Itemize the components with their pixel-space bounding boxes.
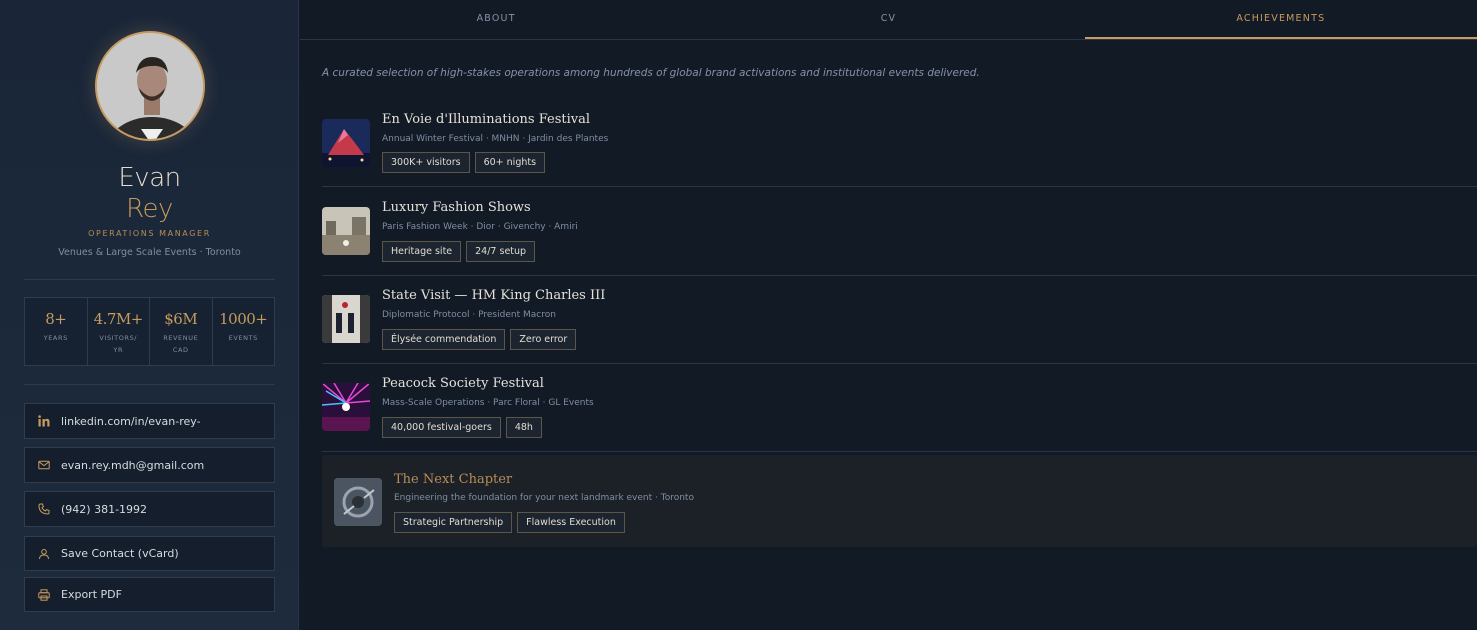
tag: 24/7 setup (466, 241, 536, 262)
phone-link[interactable]: (942) 381-1992 (24, 491, 275, 527)
tab-cv[interactable]: CV (692, 0, 1084, 39)
stats-grid: 8+ YEARS 4.7M+ VISITORS/ YR $6M REVENUE … (24, 297, 275, 366)
printer-icon (37, 588, 51, 602)
contact-label: linkedin.com/in/evan-rey- (61, 414, 201, 428)
tag: 48h (505, 417, 542, 438)
next-chapter-subtitle: Engineering the foundation for your next… (394, 493, 694, 503)
tag: Élysée commendation (382, 329, 506, 350)
stat-revenue: $6M REVENUE CAD (150, 298, 213, 365)
tab-achievements[interactable]: ACHIEVEMENTS (1084, 0, 1477, 39)
tag-list: Heritage site 24/7 setup (382, 241, 536, 262)
tag: Zero error (510, 329, 577, 350)
stat-years: 8+ YEARS (25, 298, 88, 365)
tag: Flawless Execution (517, 512, 625, 533)
achievement-title: En Voie d'Illuminations Festival (382, 112, 591, 127)
achievement-item: Luxury Fashion Shows Paris Fashion Week … (322, 198, 1477, 276)
stat-label: REVENUE CAD (163, 334, 199, 354)
stat-value: $6M (164, 310, 198, 328)
email-link[interactable]: evan.rey.mdh@gmail.com (24, 447, 275, 483)
gear-emblem-icon (334, 478, 382, 526)
tag: 60+ nights (474, 152, 546, 173)
achievement-item: State Visit — HM King Charles III Diplom… (322, 286, 1477, 364)
peacock-festival-photo (322, 383, 370, 431)
stat-visitors: 4.7M+ VISITORS/ YR (88, 298, 150, 365)
achievement-title: Peacock Society Festival (382, 376, 544, 391)
tag-list: 300K+ visitors 60+ nights (382, 152, 546, 173)
tab-about[interactable]: ABOUT (300, 0, 692, 39)
achievement-item: Peacock Society Festival Mass-Scale Oper… (322, 374, 1477, 452)
export-pdf-button[interactable]: Export PDF (24, 577, 275, 612)
phone-icon (37, 502, 51, 516)
divider (24, 384, 275, 385)
first-name: Evan (118, 163, 181, 193)
tag: 40,000 festival-goers (382, 417, 501, 438)
contact-label: Save Contact (vCard) (61, 547, 179, 560)
next-chapter-title: The Next Chapter (394, 472, 513, 487)
tag-list: Strategic Partnership Flawless Execution (394, 512, 625, 533)
job-title: OPERATIONS MANAGER (88, 229, 211, 238)
stat-label: YEARS (43, 334, 68, 342)
tab-bar: ABOUT CV ACHIEVEMENTS (300, 0, 1477, 40)
linkedin-link[interactable]: linkedin.com/in/evan-rey- (24, 403, 275, 439)
achievement-subtitle: Diplomatic Protocol · President Macron (382, 310, 556, 320)
achievement-subtitle: Mass-Scale Operations · Parc Floral · GL… (382, 398, 594, 408)
stat-label: EVENTS (228, 334, 258, 342)
achievement-item: En Voie d'Illuminations Festival Annual … (322, 110, 1477, 187)
tag: Heritage site (382, 241, 462, 262)
achievements-intro: A curated selection of high-stakes opera… (322, 67, 980, 79)
stat-value: 1000+ (219, 310, 268, 328)
profile-sidebar: Evan Rey OPERATIONS MANAGER Venues & Lar… (0, 0, 299, 630)
location-line: Venues & Large Scale Events · Toronto (58, 247, 241, 258)
achievement-subtitle: Paris Fashion Week · Dior · Givenchy · A… (382, 222, 578, 232)
user-icon (37, 547, 51, 561)
save-contact-button[interactable]: Save Contact (vCard) (24, 536, 275, 571)
tag-list: 40,000 festival-goers 48h (382, 417, 542, 438)
next-chapter-card: The Next Chapter Engineering the foundat… (322, 455, 1477, 547)
achievement-title: State Visit — HM King Charles III (382, 288, 606, 303)
tag-list: Élysée commendation Zero error (382, 329, 577, 350)
contact-label: evan.rey.mdh@gmail.com (61, 458, 205, 472)
avatar (95, 31, 205, 141)
achievement-title: Luxury Fashion Shows (382, 200, 531, 215)
stat-value: 8+ (45, 310, 67, 328)
linkedin-icon (37, 414, 51, 428)
festival-photo (322, 119, 370, 167)
contact-label: Export PDF (61, 588, 122, 601)
stat-value: 4.7M+ (93, 310, 144, 328)
stat-label: VISITORS/ YR (99, 334, 138, 354)
last-name: Rey (126, 194, 173, 224)
contact-label: (942) 381-1992 (61, 502, 148, 516)
divider (24, 279, 275, 280)
tag: 300K+ visitors (382, 152, 470, 173)
fashion-show-photo (322, 207, 370, 255)
mail-icon (37, 458, 51, 472)
stat-events: 1000+ EVENTS (213, 298, 275, 365)
tag: Strategic Partnership (394, 512, 513, 533)
state-visit-photo (322, 295, 370, 343)
achievement-subtitle: Annual Winter Festival · MNHN · Jardin d… (382, 134, 609, 144)
